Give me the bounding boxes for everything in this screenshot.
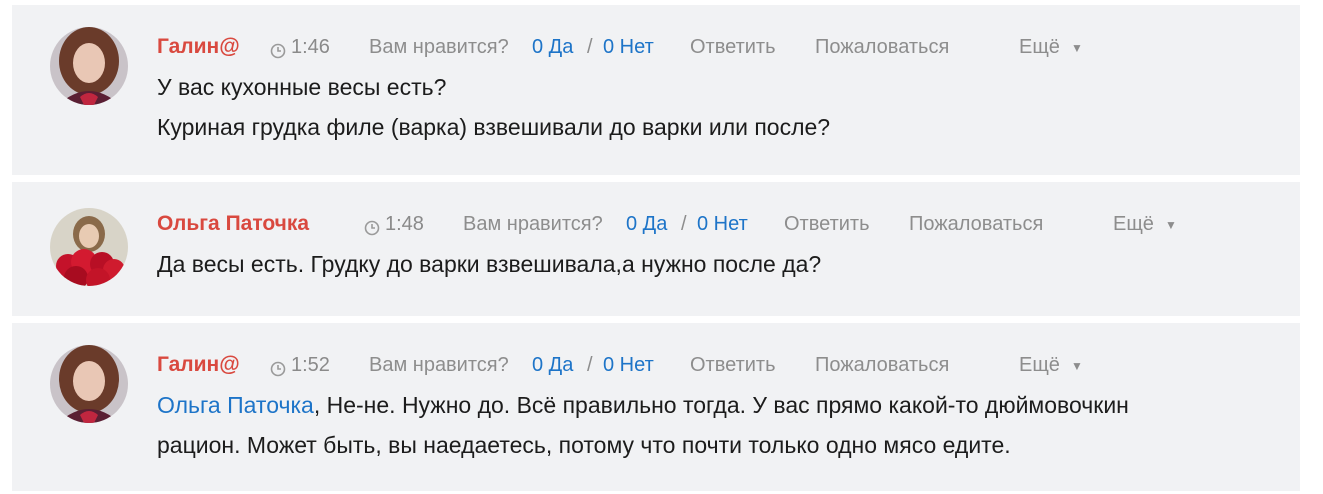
vote-no-link[interactable]: 0 Нет <box>697 210 748 238</box>
mention-link[interactable]: Ольга Паточка <box>157 392 314 418</box>
vote-separator: / <box>681 213 687 235</box>
report-link[interactable]: Пожаловаться <box>815 351 949 379</box>
comment-text-line: , Не-не. Нужно до. Всё правильно тогда. … <box>313 392 1129 418</box>
more-menu[interactable]: Ещё <box>1019 351 1060 379</box>
avatar[interactable] <box>50 345 128 423</box>
comment-text: Куриная грудка филе (варка) взвешивали д… <box>157 114 831 140</box>
avatar[interactable] <box>50 27 128 105</box>
vote-no-link[interactable]: 0 Нет <box>603 33 654 61</box>
like-prompt: Вам нравится? <box>463 213 603 235</box>
comment-time[interactable]: 1:48 <box>385 210 424 238</box>
more-menu[interactable]: Ещё <box>1019 33 1060 61</box>
author-name[interactable]: Ольга Паточка <box>157 210 309 238</box>
vote-separator: / <box>587 36 593 58</box>
vote-yes-link[interactable]: 0 Да <box>532 351 573 379</box>
avatar[interactable] <box>50 208 128 286</box>
comment-item: Галин@ 1:52 Вам нравится? 0 Да / 0 Нет О… <box>12 323 1300 491</box>
clock-icon <box>364 216 380 244</box>
vote-separator: / <box>587 354 593 376</box>
like-prompt: Вам нравится? <box>369 354 509 376</box>
clock-icon <box>270 357 286 385</box>
report-link[interactable]: Пожаловаться <box>815 33 949 61</box>
comment-time[interactable]: 1:52 <box>291 351 330 379</box>
more-menu[interactable]: Ещё <box>1113 210 1154 238</box>
report-link[interactable]: Пожаловаться <box>909 210 1043 238</box>
comment-text: Ольга Паточка, Не-не. Нужно до. Всё прав… <box>157 385 1129 425</box>
vote-yes-link[interactable]: 0 Да <box>532 33 573 61</box>
author-name[interactable]: Галин@ <box>157 33 240 61</box>
reply-link[interactable]: Ответить <box>784 210 870 238</box>
vote-yes-link[interactable]: 0 Да <box>626 210 667 238</box>
author-name[interactable]: Галин@ <box>157 351 240 379</box>
reply-link[interactable]: Ответить <box>690 351 776 379</box>
comment-text: рацион. Может быть, вы наедаетесь, потом… <box>157 432 1011 458</box>
caret-down-icon: ▼ <box>1071 359 1083 373</box>
clock-icon <box>270 39 286 67</box>
comment-text: Да весы есть. Грудку до варки взвешивала… <box>157 251 822 277</box>
like-prompt: Вам нравится? <box>369 36 509 58</box>
reply-link[interactable]: Ответить <box>690 33 776 61</box>
comment-time[interactable]: 1:46 <box>291 33 330 61</box>
vote-no-link[interactable]: 0 Нет <box>603 351 654 379</box>
comment-item: Галин@ 1:46 Вам нравится? 0 Да / 0 Нет О… <box>12 5 1300 175</box>
comment-item: Ольга Паточка 1:48 Вам нравится? 0 Да / … <box>12 182 1300 316</box>
comment-text: У вас кухонные весы есть? <box>157 74 447 100</box>
caret-down-icon: ▼ <box>1165 218 1177 232</box>
caret-down-icon: ▼ <box>1071 41 1083 55</box>
